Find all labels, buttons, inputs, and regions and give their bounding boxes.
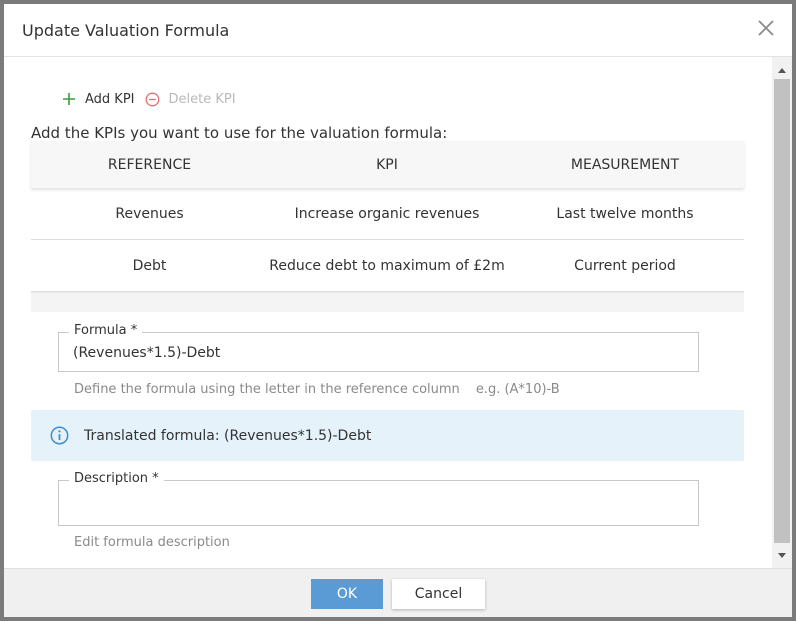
description-hint: Edit formula description — [74, 535, 230, 550]
dialog-header: Update Valuation Formula — [4, 4, 792, 57]
plus-icon — [63, 93, 75, 105]
delete-kpi-label: Delete KPI — [168, 91, 236, 107]
formula-input[interactable]: (Revenues*1.5)-Debt — [73, 345, 220, 361]
caret-up-icon — [778, 67, 786, 73]
cell-measurement: Current period — [574, 257, 676, 274]
cell-reference: Debt — [132, 257, 167, 274]
cell-kpi: Increase organic revenues — [294, 205, 480, 222]
formula-hint: Define the formula using the letter in t… — [74, 382, 560, 397]
formula-field[interactable]: Formula * (Revenues*1.5)-Debt — [58, 323, 699, 372]
table-header: REFERENCE KPI MEASUREMENT — [31, 141, 744, 188]
kpi-table: REFERENCE KPI MEASUREMENT Revenues Incre… — [31, 141, 744, 312]
cell-kpi: Reduce debt to maximum of £2m — [269, 257, 505, 274]
column-header-reference[interactable]: REFERENCE — [31, 157, 268, 173]
table-row[interactable]: Revenues Increase organic revenues Last … — [31, 188, 744, 240]
formula-hint-text: Define the formula using the letter in t… — [74, 382, 460, 397]
table-footer — [31, 292, 744, 312]
ok-button[interactable]: OK — [311, 579, 383, 609]
cell-measurement: Last twelve months — [556, 205, 694, 222]
delete-kpi-button[interactable]: Delete KPI — [145, 92, 236, 107]
dialog-title: Update Valuation Formula — [22, 21, 230, 40]
translated-formula-box: Translated formula: (Revenues*1.5)-Debt — [31, 410, 744, 461]
formula-label: Formula * — [69, 323, 143, 338]
dialog-body: Add KPI Delete KPI Add the KPIs you want… — [4, 57, 792, 568]
table-row[interactable]: Debt Reduce debt to maximum of £2m Curre… — [31, 240, 744, 292]
update-valuation-formula-dialog: Update Valuation Formula Add KPI Delete … — [4, 4, 792, 617]
cancel-button[interactable]: Cancel — [392, 579, 485, 609]
scroll-down-button[interactable] — [772, 546, 792, 564]
translated-formula-text: Translated formula: (Revenues*1.5)-Debt — [84, 427, 372, 444]
kpi-intro-text: Add the KPIs you want to use for the val… — [31, 124, 448, 142]
kpi-toolbar: Add KPI Delete KPI — [62, 89, 246, 109]
info-icon — [50, 426, 69, 445]
close-button[interactable] — [756, 18, 776, 38]
description-label: Description * — [69, 471, 164, 486]
description-field[interactable]: Description * — [58, 471, 699, 526]
minus-circle-icon — [145, 92, 159, 106]
scroll-up-button[interactable] — [772, 61, 792, 79]
formula-hint-example: e.g. (A*10)-B — [475, 382, 560, 397]
close-icon — [758, 20, 774, 36]
scroll-thumb[interactable] — [774, 79, 790, 543]
vertical-scrollbar[interactable] — [772, 57, 792, 568]
caret-down-icon — [778, 552, 786, 558]
cell-reference: Revenues — [115, 205, 184, 222]
add-kpi-label: Add KPI — [85, 91, 135, 107]
dialog-footer: OK Cancel — [4, 568, 792, 617]
add-kpi-button[interactable]: Add KPI — [62, 92, 135, 107]
column-header-kpi[interactable]: KPI — [268, 157, 506, 173]
column-header-measurement[interactable]: MEASUREMENT — [506, 157, 744, 173]
